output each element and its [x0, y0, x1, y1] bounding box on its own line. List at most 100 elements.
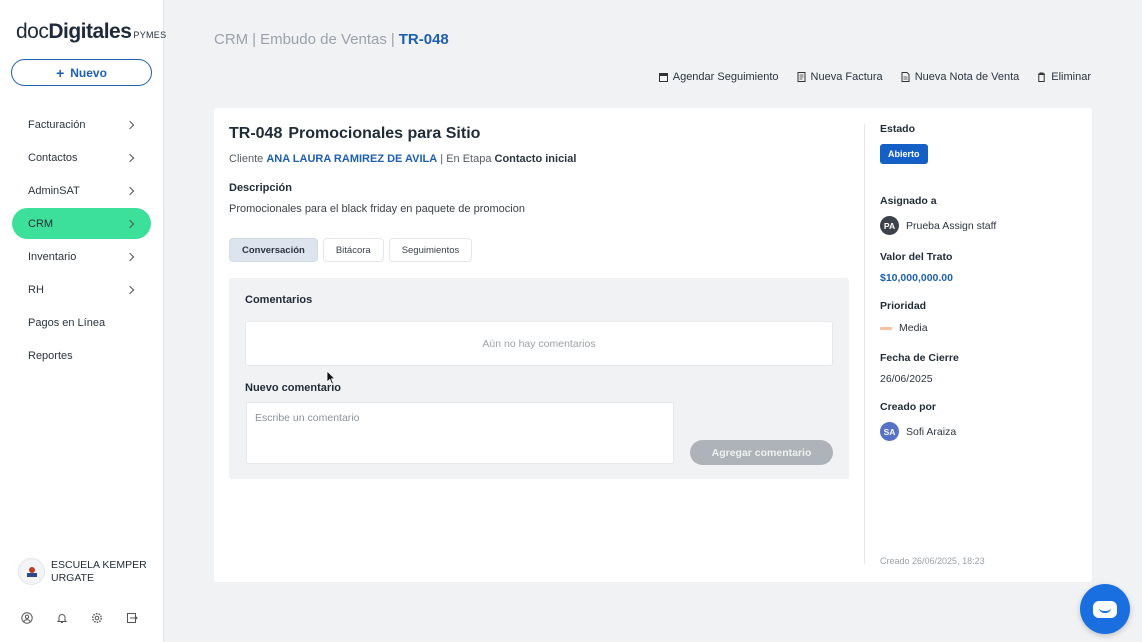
sidebar-item-rh[interactable]: RH — [12, 274, 151, 305]
sidebar-nav: Facturación Contactos AdminSAT CRM Inven… — [12, 109, 151, 373]
sidebar-bottom-icons — [20, 611, 138, 624]
description-label: Descripción — [229, 182, 292, 194]
sidebar-item-label: CRM — [28, 217, 54, 230]
new-sales-note-button[interactable]: Nueva Nota de Venta — [901, 71, 1020, 83]
sidebar-item-label: AdminSAT — [28, 184, 80, 197]
client-link[interactable]: ANA LAURA RAMIREZ DE AVILA — [266, 153, 437, 165]
new-button-label: Nuevo — [70, 65, 107, 80]
sidebar: doc Digitales PYMES + Nuevo Facturación … — [0, 0, 166, 642]
priority-text: Media — [899, 322, 928, 334]
deal-title: TR-048 Promocionales para Sitio — [229, 125, 480, 143]
plus-icon: + — [56, 64, 65, 81]
chevron-right-icon — [125, 153, 135, 162]
delete-button[interactable]: Eliminar — [1037, 71, 1091, 83]
sidebar-item-adminsat[interactable]: AdminSAT — [12, 175, 151, 206]
action-label: Agendar Seguimiento — [672, 71, 779, 83]
user-icon[interactable] — [20, 611, 33, 624]
description-text: Promocionales para el black friday en pa… — [229, 203, 525, 215]
sidebar-item-label: Inventario — [28, 250, 77, 263]
invoice-icon — [797, 72, 806, 82]
comments-panel: Comentarios Aún no hay comentarios Nuevo… — [229, 278, 849, 479]
priority-label: Prioridad — [880, 300, 927, 312]
client-prefix: Cliente — [229, 153, 264, 165]
breadcrumb-separator: | — [252, 31, 257, 48]
chevron-right-icon — [125, 285, 135, 294]
company-switcher[interactable]: ESCUELA KEMPER URGATE — [18, 558, 151, 585]
schedule-followup-button[interactable]: Agendar Seguimiento — [658, 71, 779, 83]
sidebar-item-pagos-en-linea[interactable]: Pagos en Línea — [12, 307, 151, 338]
tab-seguimientos[interactable]: Seguimientos — [388, 238, 473, 262]
chevron-right-icon — [125, 219, 135, 228]
created-by-user: SA Sofi Araiza — [880, 422, 956, 441]
status-badge[interactable]: Abierto — [880, 144, 928, 164]
breadcrumb-current: TR-048 — [398, 31, 449, 48]
created-timestamp: Creado 26/06/2025, 18:23 — [880, 556, 985, 566]
details-divider — [864, 124, 865, 564]
created-by-name: Sofi Araiza — [906, 425, 957, 438]
company-logo-icon — [18, 558, 45, 585]
chevron-right-icon — [125, 186, 135, 195]
sidebar-item-label: Contactos — [28, 151, 78, 164]
sidebar-item-label: Reportes — [28, 349, 73, 362]
priority-indicator-icon — [880, 326, 892, 330]
sidebar-item-label: Pagos en Línea — [28, 316, 106, 329]
deal-name: Promocionales para Sitio — [288, 125, 481, 142]
chat-icon — [1093, 600, 1117, 618]
logo-pymes: PYMES — [133, 30, 167, 40]
chat-support-button[interactable] — [1080, 584, 1130, 634]
logo-digitales: Digitales — [48, 20, 132, 43]
mouse-cursor-icon — [326, 370, 336, 385]
comments-empty-state: Aún no hay comentarios — [245, 321, 833, 366]
assigned-label: Asignado a — [880, 195, 937, 207]
sidebar-item-inventario[interactable]: Inventario — [12, 241, 151, 272]
new-invoice-button[interactable]: Nueva Factura — [797, 71, 883, 83]
created-by-label: Creado por — [880, 401, 937, 413]
assigned-name: Prueba Assign staff — [906, 219, 997, 232]
logout-icon[interactable] — [125, 611, 138, 624]
calendar-icon — [658, 73, 668, 82]
sidebar-item-contactos[interactable]: Contactos — [12, 142, 151, 173]
close-date-label: Fecha de Cierre — [880, 352, 959, 364]
avatar: SA — [880, 422, 899, 441]
assigned-user[interactable]: PA Prueba Assign staff — [880, 216, 996, 235]
new-button[interactable]: + Nuevo — [11, 59, 152, 86]
empty-comments-text: Aún no hay comentarios — [482, 337, 596, 350]
tab-bitacora[interactable]: Bitácora — [322, 238, 384, 262]
stage-name: Contacto inicial — [494, 153, 577, 165]
comment-input[interactable] — [246, 402, 674, 464]
trash-icon — [1038, 72, 1046, 82]
chevron-right-icon — [125, 120, 135, 129]
sidebar-item-crm[interactable]: CRM — [12, 208, 151, 239]
deal-value-label: Valor del Trato — [880, 251, 953, 263]
action-label: Nueva Nota de Venta — [914, 71, 1020, 83]
client-line: Cliente ANA LAURA RAMIREZ DE AVILA | En … — [229, 153, 576, 165]
sidebar-item-reportes[interactable]: Reportes — [12, 340, 151, 371]
tab-conversacion[interactable]: Conversación — [229, 238, 318, 262]
add-comment-button[interactable]: Agregar comentario — [690, 440, 833, 465]
company-name: ESCUELA KEMPER URGATE — [51, 558, 147, 584]
close-date: 26/06/2025 — [880, 373, 933, 385]
action-label: Eliminar — [1051, 71, 1091, 83]
priority-value: Media — [880, 322, 928, 334]
document-icon — [901, 72, 910, 82]
breadcrumb-crm[interactable]: CRM — [214, 31, 248, 48]
sidebar-item-label: Facturación — [28, 118, 86, 131]
chevron-right-icon — [125, 252, 135, 261]
action-bar: Agendar Seguimiento Nueva Factura Nueva … — [658, 71, 1091, 83]
deal-tabs: Conversación Bitácora Seguimientos — [229, 238, 473, 262]
action-label: Nueva Factura — [810, 71, 883, 83]
status-label: Estado — [880, 123, 916, 135]
breadcrumb-separator: | — [390, 31, 395, 48]
deal-code: TR-048 — [229, 125, 283, 142]
sidebar-item-facturacion[interactable]: Facturación — [12, 109, 151, 140]
breadcrumb-embudo[interactable]: Embudo de Ventas — [260, 31, 387, 48]
bell-icon[interactable] — [55, 611, 68, 624]
brand-logo[interactable]: doc Digitales PYMES — [16, 20, 166, 44]
avatar: PA — [880, 216, 899, 235]
sidebar-item-label: RH — [28, 283, 44, 296]
breadcrumb: CRM | Embudo de Ventas | TR-048 — [214, 31, 449, 48]
deal-value: $10,000,000.00 — [880, 272, 953, 284]
logo-doc: doc — [16, 20, 49, 43]
comments-label: Comentarios — [245, 294, 313, 306]
gear-icon[interactable] — [90, 611, 103, 624]
